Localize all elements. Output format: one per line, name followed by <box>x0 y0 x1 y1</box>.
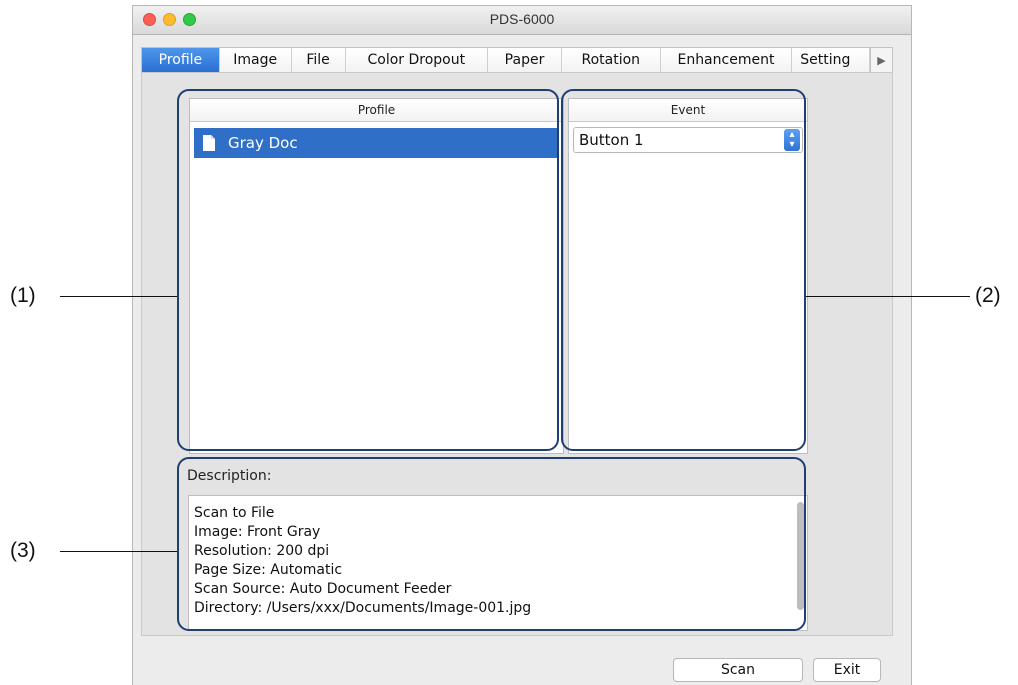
tab-image[interactable]: Image <box>220 48 292 72</box>
tab-setting[interactable]: Setting <box>792 48 871 72</box>
tab-file[interactable]: File <box>292 48 346 72</box>
exit-button[interactable]: Exit <box>813 658 881 682</box>
callout-2-outline <box>561 89 806 451</box>
tab-paper[interactable]: Paper <box>488 48 562 72</box>
tab-rotation[interactable]: Rotation <box>562 48 661 72</box>
tab-scroll-right-icon[interactable]: ▶ <box>870 48 892 72</box>
callout-1-leader <box>60 296 177 297</box>
callout-3-leader <box>60 551 177 552</box>
callout-1-label: (1) <box>10 284 36 307</box>
callout-3-label: (3) <box>10 539 36 562</box>
callout-2-label: (2) <box>975 284 1001 307</box>
tab-profile[interactable]: Profile <box>142 48 220 72</box>
window-title: PDS-6000 <box>489 11 555 27</box>
scan-button[interactable]: Scan <box>673 658 803 682</box>
tab-color-dropout[interactable]: Color Dropout <box>346 48 489 72</box>
tab-bar: Profile Image File Color Dropout Paper R… <box>141 47 893 73</box>
callout-3-outline <box>177 457 806 631</box>
title-bar: PDS-6000 <box>133 6 911 35</box>
tab-enhancement[interactable]: Enhancement <box>661 48 793 72</box>
callout-2-leader <box>806 296 970 297</box>
callout-1-outline <box>177 89 559 451</box>
